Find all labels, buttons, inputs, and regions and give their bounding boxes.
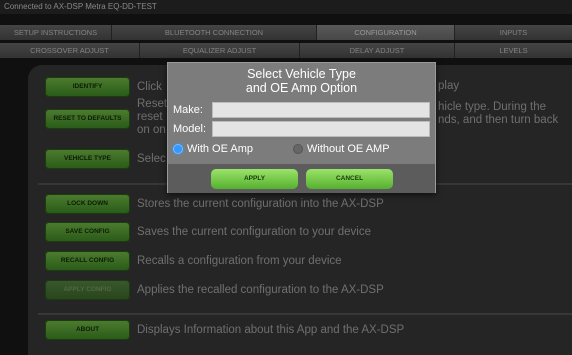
tab-bluetooth-connection[interactable]: BLUETOOTH CONNECTION: [112, 25, 317, 40]
vehicle-type-description: Selec: [137, 153, 166, 165]
apply-button[interactable]: APPLY: [211, 169, 298, 189]
reset-row: RESET TO DEFAULTS: [45, 109, 130, 129]
vehicle-type-dialog: Select Vehicle Type and OE Amp Option Ma…: [167, 62, 436, 193]
model-label: Model:: [173, 123, 207, 135]
recall-config-description: Recalls a configuration from your device: [137, 255, 342, 267]
identify-button[interactable]: IDENTIFY: [45, 77, 130, 97]
make-label: Make:: [173, 104, 203, 116]
about-button[interactable]: ABOUT: [45, 320, 130, 340]
save-config-row: SAVE CONFIG Saves the current configurat…: [45, 222, 371, 242]
model-field[interactable]: [212, 121, 430, 137]
with-oe-amp-option[interactable]: With OE Amp: [173, 143, 253, 155]
tab-row-secondary: CROSSOVER ADJUST EQUALIZER ADJUST DELAY …: [0, 43, 572, 58]
reset-to-defaults-button[interactable]: RESET TO DEFAULTS: [45, 109, 130, 129]
identify-description: Click: [137, 81, 162, 93]
radio-selected-icon[interactable]: [173, 144, 183, 154]
status-bar: Connected to AX-DSP Metra EQ-DD-TEST: [0, 0, 572, 14]
vehicle-type-button[interactable]: VEHICLE TYPE: [45, 149, 130, 169]
without-oe-amp-option[interactable]: Without OE AMP: [293, 143, 390, 155]
recall-config-button[interactable]: RECALL CONFIG: [45, 251, 130, 271]
tab-delay-adjust[interactable]: DELAY ADJUST: [300, 43, 455, 58]
tab-inputs[interactable]: INPUTS: [455, 25, 572, 40]
radio-unselected-icon[interactable]: [293, 144, 303, 154]
lock-down-button[interactable]: LOCK DOWN: [45, 194, 130, 214]
save-config-description: Saves the current configuration to your …: [137, 226, 371, 238]
tab-configuration[interactable]: CONFIGURATION: [317, 25, 455, 40]
make-field[interactable]: [212, 102, 430, 118]
section-divider-bottom: [38, 313, 572, 315]
apply-config-description: Applies the recalled configuration to th…: [137, 284, 384, 296]
dialog-title: Select Vehicle Type and OE Amp Option: [245, 67, 358, 95]
tab-setup-instructions[interactable]: SETUP INSTRUCTIONS: [0, 25, 112, 40]
reset-description-right: hicle type. During the nds, and then tur…: [438, 101, 559, 126]
recall-config-row: RECALL CONFIG Recalls a configuration fr…: [45, 251, 342, 271]
tab-equalizer-adjust[interactable]: EQUALIZER ADJUST: [140, 43, 300, 58]
about-row: ABOUT Displays Information about this Ap…: [45, 320, 404, 340]
identify-description-right: play: [438, 80, 460, 92]
cancel-button[interactable]: CANCEL: [306, 169, 393, 189]
vehicle-type-row: VEHICLE TYPE Selec: [45, 149, 166, 169]
tab-crossover-adjust[interactable]: CROSSOVER ADJUST: [0, 43, 140, 58]
about-description: Displays Information about this App and …: [137, 324, 405, 336]
lock-down-description: Stores the current configuration into th…: [137, 198, 384, 210]
save-config-button[interactable]: SAVE CONFIG: [45, 222, 130, 242]
without-oe-amp-label: Without OE AMP: [307, 143, 390, 155]
apply-config-button[interactable]: APPLY CONFIG: [45, 280, 130, 300]
apply-config-row: APPLY CONFIG Applies the recalled config…: [45, 280, 384, 300]
with-oe-amp-label: With OE Amp: [187, 143, 254, 155]
lock-down-row: LOCK DOWN Stores the current configurati…: [45, 194, 384, 214]
tab-row-primary: SETUP INSTRUCTIONS BLUETOOTH CONNECTION …: [0, 25, 572, 40]
tab-levels[interactable]: LEVELS: [455, 43, 572, 58]
reset-description: Reset reset on on: [137, 98, 168, 136]
dialog-button-bar: [168, 164, 435, 193]
identify-row: IDENTIFY Click: [45, 77, 162, 97]
